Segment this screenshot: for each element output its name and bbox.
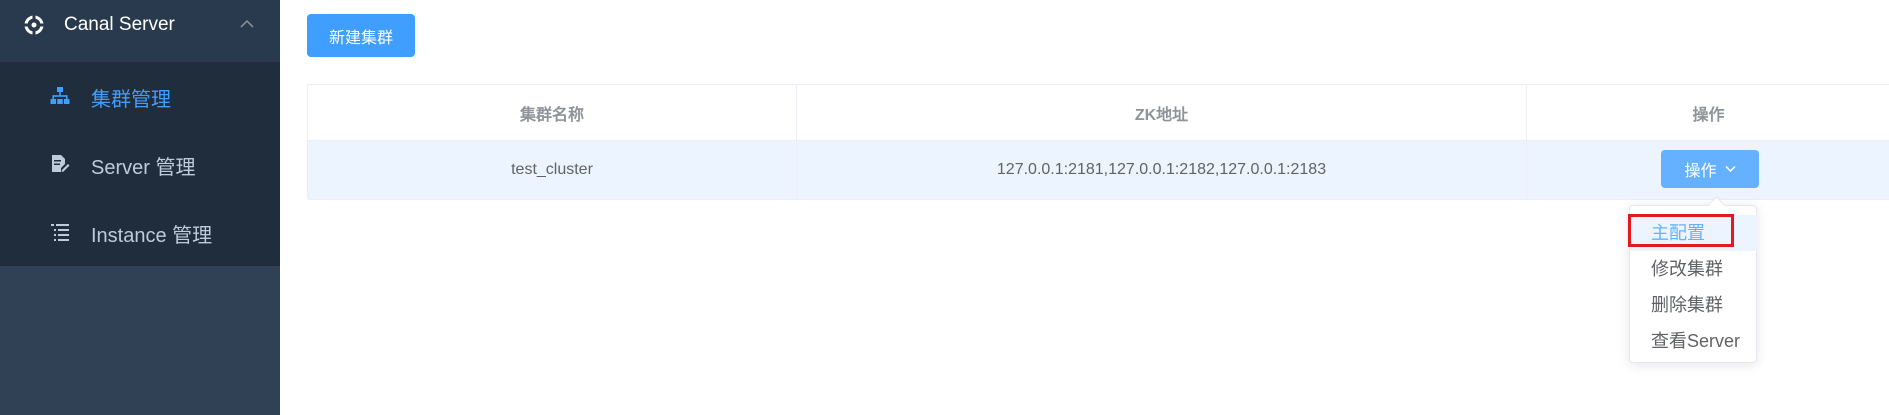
dropdown-item-main-config[interactable]: 主配置 [1630,215,1758,251]
cell-actions: 操作 [1527,141,1889,199]
dropdown-item-delete-cluster[interactable]: 删除集群 [1630,287,1758,323]
sidebar-item-server[interactable]: Server 管理 [0,130,280,196]
sidebar-item-label: Server 管理 [91,157,196,179]
dropdown-item-view-server[interactable]: 查看Server [1630,323,1758,359]
list-icon [51,224,69,241]
sitemap-icon [50,87,70,104]
sidebar-item-label: 集群管理 [91,89,171,111]
canal-logo-icon [24,15,44,35]
sidebar-item-label: Instance 管理 [91,225,213,247]
chevron-up-icon [240,19,254,28]
submenu-items: 集群管理 Server 管理 Instance 管理 [0,62,280,266]
column-header-zk[interactable]: ZK地址 [797,85,1527,140]
cell-zk-address: 127.0.0.1:2181,127.0.0.1:2182,127.0.0.1:… [797,141,1527,199]
table-row[interactable]: test_cluster 127.0.0.1:2181,127.0.0.1:21… [308,141,1889,200]
new-cluster-button[interactable]: 新建集群 [307,14,415,57]
chevron-down-icon [1724,165,1736,173]
sidebar-item-instance[interactable]: Instance 管理 [0,198,280,264]
cluster-table: 集群名称 ZK地址 操作 test_cluster 127.0.0.1:2181… [307,84,1889,200]
actions-button-label: 操作 [1684,163,1717,180]
actions-dropdown-menu: 主配置 修改集群 删除集群 查看Server [1629,196,1758,363]
sidebar: Canal Server 集群管理 Server 管理 Instance 管理 [0,0,280,415]
dropdown-item-edit-cluster[interactable]: 修改集群 [1630,251,1758,287]
column-header-actions: 操作 [1527,85,1889,140]
actions-dropdown-button[interactable]: 操作 [1661,150,1759,188]
cell-cluster-name: test_cluster [308,141,797,199]
submenu-title-label: Canal Server [64,14,175,35]
column-header-name[interactable]: 集群名称 [308,85,797,140]
document-edit-icon [52,155,70,172]
sidebar-item-cluster[interactable]: 集群管理 [0,62,280,128]
column-header-actions-label: 操作 [1692,106,1725,124]
table-header: 集群名称 ZK地址 操作 [308,85,1889,141]
submenu-canal-server[interactable]: Canal Server [0,0,280,62]
